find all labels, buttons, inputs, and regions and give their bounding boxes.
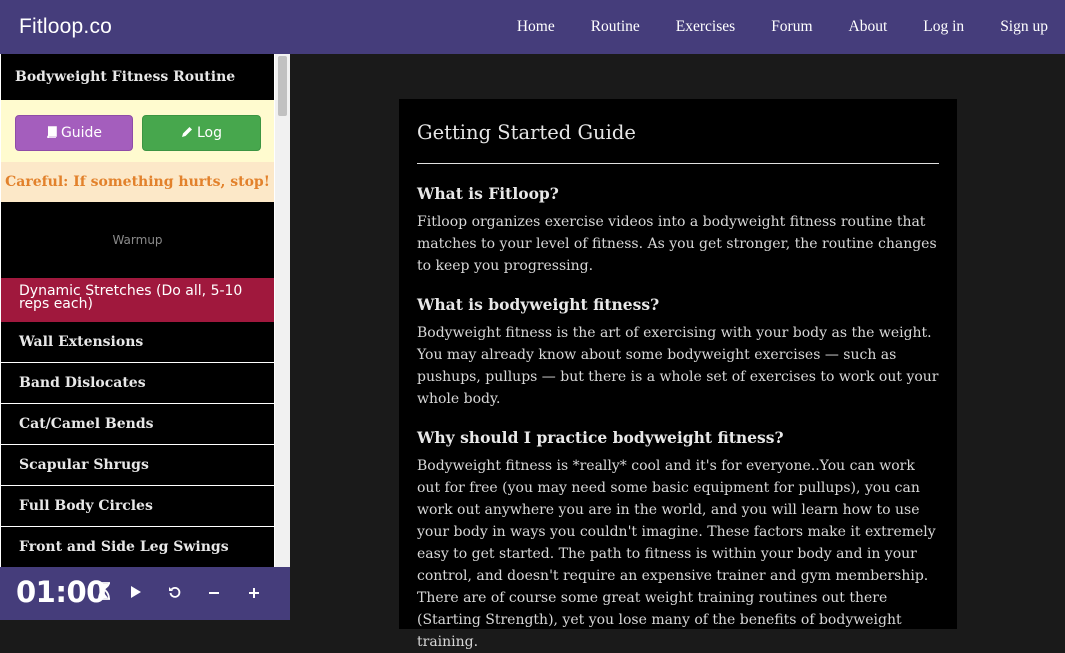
- nav-forum[interactable]: Forum: [753, 0, 830, 54]
- routine-panel: Bodyweight Fitness Routine Guide Log Car…: [1, 54, 274, 620]
- guide-button-label: Guide: [60, 125, 103, 141]
- exercise-item[interactable]: Full Body Circles: [1, 486, 274, 527]
- log-button[interactable]: Log: [142, 115, 261, 151]
- guide-card: Getting Started Guide What is Fitloop? F…: [399, 99, 957, 650]
- exercise-item[interactable]: Wall Extensions: [1, 322, 274, 363]
- routine-sidebar: Bodyweight Fitness Routine Guide Log Car…: [0, 54, 290, 620]
- log-button-label: Log: [196, 125, 222, 141]
- nav-routine[interactable]: Routine: [573, 0, 658, 54]
- top-navbar: Fitloop.co Home Routine Exercises Forum …: [0, 0, 1065, 54]
- play-icon[interactable]: [124, 582, 148, 606]
- section-label-warmup: Warmup: [112, 233, 163, 247]
- main-content: Getting Started Guide What is Fitloop? F…: [290, 54, 1065, 650]
- main-nav: Home Routine Exercises Forum About Log i…: [499, 0, 1065, 54]
- timer-bar: 01:00: [0, 567, 290, 620]
- safety-warning: Careful: If something hurts, stop!: [1, 162, 274, 202]
- faq-answer: Fitloop organizes exercise videos into a…: [417, 214, 937, 274]
- faq-question: What is bodyweight fitness?: [417, 295, 660, 314]
- guide-title: Getting Started Guide: [417, 121, 939, 164]
- faq-answer: Bodyweight fitness is the art of exercis…: [417, 325, 939, 407]
- routine-title: Bodyweight Fitness Routine: [15, 69, 236, 85]
- nav-signup[interactable]: Sign up: [982, 0, 1065, 54]
- faq-question: Why should I practice bodyweight fitness…: [417, 428, 784, 447]
- nav-login[interactable]: Log in: [905, 0, 982, 54]
- exercise-item[interactable]: Band Dislocates: [1, 363, 274, 404]
- pencil-icon: [181, 126, 193, 141]
- brand-logo[interactable]: Fitloop.co: [19, 12, 112, 42]
- sidebar-scrollbar-thumb[interactable]: [278, 56, 287, 116]
- reset-icon[interactable]: [163, 582, 187, 606]
- nav-exercises[interactable]: Exercises: [658, 0, 753, 54]
- faq-question: What is Fitloop?: [417, 184, 559, 203]
- hourglass-icon[interactable]: [92, 582, 116, 606]
- guide-button[interactable]: Guide: [15, 115, 133, 151]
- book-icon: [46, 125, 57, 141]
- exercise-item[interactable]: Cat/Camel Bends: [1, 404, 274, 445]
- exercise-item-active[interactable]: Dynamic Stretches (Do all, 5-10 reps eac…: [1, 278, 274, 322]
- exercise-item[interactable]: Scapular Shrugs: [1, 445, 274, 486]
- sidebar-scrollbar[interactable]: [275, 54, 290, 567]
- nav-home[interactable]: Home: [499, 0, 573, 54]
- faq-answer: Bodyweight fitness is *really* cool and …: [417, 458, 936, 650]
- plus-icon[interactable]: [242, 582, 266, 606]
- exercise-item[interactable]: Front and Side Leg Swings: [1, 527, 274, 568]
- action-bar: Guide Log: [1, 100, 274, 162]
- nav-about[interactable]: About: [831, 0, 906, 54]
- minus-icon[interactable]: [202, 582, 226, 606]
